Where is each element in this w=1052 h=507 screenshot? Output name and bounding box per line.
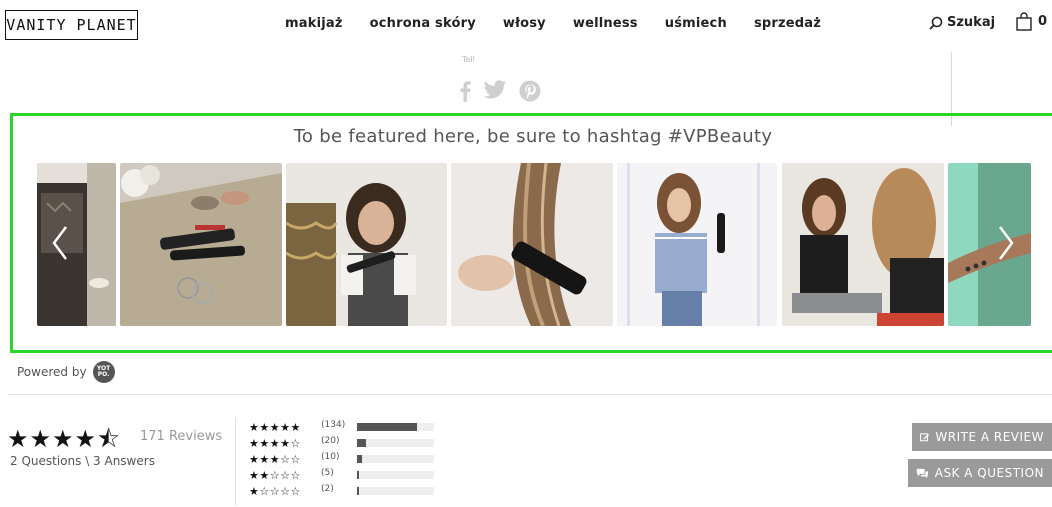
photo-content bbox=[286, 163, 447, 326]
write-review-label: WRITE A REVIEW bbox=[935, 430, 1044, 444]
photo-content bbox=[617, 163, 777, 326]
gallery-photo-7[interactable] bbox=[948, 163, 1031, 326]
gallery-photo-2[interactable] bbox=[120, 163, 282, 326]
qa-count-link[interactable]: 2 Questions \ 3 Answers bbox=[10, 454, 155, 468]
rating-row-count: (134) bbox=[321, 419, 346, 430]
divider bbox=[8, 394, 1052, 395]
pinterest-icon[interactable] bbox=[519, 80, 541, 102]
gallery-photo-4[interactable] bbox=[451, 163, 613, 326]
edit-icon bbox=[920, 433, 930, 442]
gallery-photo-1[interactable] bbox=[37, 163, 116, 326]
share-label: Tell bbox=[462, 55, 475, 64]
chat-icon bbox=[916, 468, 928, 478]
review-count-link[interactable]: 171 Reviews bbox=[140, 429, 222, 444]
rating-row-bar bbox=[357, 471, 434, 479]
rating-row-count: (10) bbox=[321, 451, 340, 462]
rating-row-bar bbox=[357, 455, 434, 463]
cart-button[interactable]: 0 bbox=[1016, 12, 1047, 31]
photo-content bbox=[451, 163, 613, 326]
powered-by: Powered by YOT PO. bbox=[17, 361, 115, 383]
rating-row-count: (5) bbox=[321, 467, 334, 478]
main-nav: makijaż ochrona skóry włosy wellness uśm… bbox=[285, 16, 848, 31]
featured-title: To be featured here, be sure to hashtag … bbox=[293, 126, 773, 147]
nav-item-usmiech[interactable]: uśmiech bbox=[665, 16, 727, 31]
divider bbox=[235, 418, 236, 506]
rating-row-count: (2) bbox=[321, 483, 334, 494]
rating-row-1[interactable]: ★☆☆☆☆ (2) bbox=[249, 483, 434, 499]
photo-content bbox=[120, 163, 282, 326]
nav-item-makijaz[interactable]: makijaż bbox=[285, 16, 343, 31]
rating-row-stars: ★★★☆☆ bbox=[249, 452, 301, 466]
search-icon bbox=[929, 16, 943, 30]
carousel-next-icon[interactable] bbox=[996, 225, 1016, 261]
nav-item-wlosy[interactable]: włosy bbox=[503, 16, 546, 31]
logo[interactable]: VANITY PLANET bbox=[5, 10, 138, 40]
gallery-photo-3[interactable] bbox=[286, 163, 447, 326]
photo-content bbox=[782, 163, 944, 326]
nav-item-sprzedaz[interactable]: sprzedaż bbox=[754, 16, 821, 31]
rating-row-5[interactable]: ★★★★★ (134) bbox=[249, 419, 434, 435]
rating-row-3[interactable]: ★★★☆☆ (10) bbox=[249, 451, 434, 467]
nav-item-wellness[interactable]: wellness bbox=[573, 16, 638, 31]
ask-question-button[interactable]: ASK A QUESTION bbox=[908, 459, 1052, 487]
rating-row-count: (20) bbox=[321, 435, 340, 446]
powered-label: Powered by bbox=[17, 365, 87, 379]
shopping-bag-icon bbox=[1016, 12, 1032, 31]
rating-row-bar bbox=[357, 423, 434, 431]
share-icons bbox=[459, 80, 541, 102]
cart-count: 0 bbox=[1038, 14, 1048, 29]
search-label: Szukaj bbox=[947, 15, 996, 30]
search-button[interactable]: Szukaj bbox=[929, 15, 995, 30]
facebook-icon[interactable] bbox=[459, 80, 471, 102]
rating-row-bar bbox=[357, 439, 434, 447]
ask-question-label: ASK A QUESTION bbox=[934, 466, 1044, 480]
photo-content bbox=[37, 163, 116, 326]
rating-row-2[interactable]: ★★☆☆☆ (5) bbox=[249, 467, 434, 483]
rating-row-stars: ★★☆☆☆ bbox=[249, 468, 301, 482]
nav-item-ochrona-skory[interactable]: ochrona skóry bbox=[370, 16, 476, 31]
yotpo-logo[interactable]: YOT PO. bbox=[92, 361, 115, 383]
write-review-button[interactable]: WRITE A REVIEW bbox=[912, 423, 1052, 451]
rating-row-4[interactable]: ★★★★☆ (20) bbox=[249, 435, 434, 451]
rating-row-stars: ★☆☆☆☆ bbox=[249, 484, 301, 498]
rating-row-stars: ★★★★☆ bbox=[249, 436, 301, 450]
carousel-prev-icon[interactable] bbox=[50, 225, 70, 261]
rating-row-bar bbox=[357, 487, 434, 495]
gallery-photo-5[interactable] bbox=[617, 163, 777, 326]
photo-content bbox=[948, 163, 1031, 326]
twitter-icon[interactable] bbox=[483, 80, 507, 100]
gallery-photo-6[interactable] bbox=[782, 163, 944, 326]
rating-row-stars: ★★★★★ bbox=[249, 420, 301, 434]
